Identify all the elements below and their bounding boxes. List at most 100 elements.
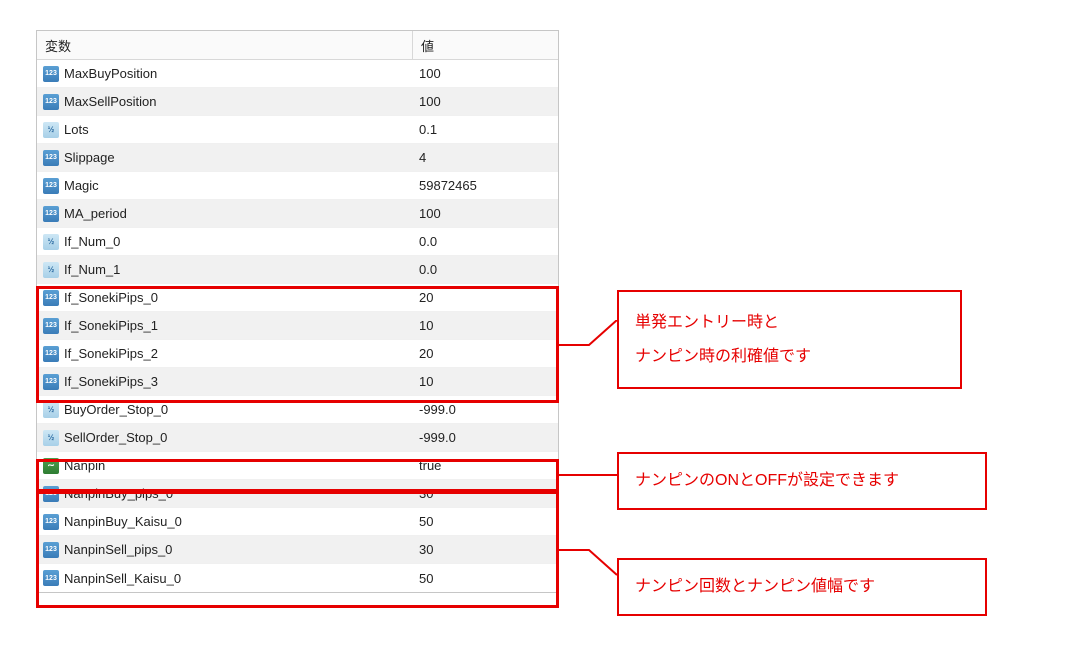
callout-text: ナンピンのONとOFFが設定できます xyxy=(635,472,899,489)
value-text: 0.0 xyxy=(419,234,437,249)
value-cell[interactable]: 10 xyxy=(413,314,558,337)
integer-icon: 123 xyxy=(43,346,59,362)
table-row[interactable]: 123 MA_period 100 xyxy=(37,200,558,228)
value-text: 30 xyxy=(419,486,433,501)
callout-sonekipips: 単発エントリー時と ナンピン時の利確値です xyxy=(617,290,962,389)
variable-name: BuyOrder_Stop_0 xyxy=(64,402,168,417)
variable-cell: 123 NanpinBuy_Kaisu_0 xyxy=(37,510,413,534)
value-cell[interactable]: 100 xyxy=(413,90,558,113)
variable-cell: 123 MA_period xyxy=(37,202,413,226)
variable-name: MaxBuyPosition xyxy=(64,66,157,81)
value-cell[interactable]: 4 xyxy=(413,146,558,169)
value-text: 100 xyxy=(419,206,441,221)
variable-name: NanpinBuy_pips_0 xyxy=(64,486,173,501)
variable-name: If_SonekiPips_2 xyxy=(64,346,158,361)
value-cell[interactable]: 20 xyxy=(413,342,558,365)
variable-name: NanpinBuy_Kaisu_0 xyxy=(64,514,182,529)
variable-name: Magic xyxy=(64,178,99,193)
bool-icon: ∼ xyxy=(43,458,59,474)
callout-nanpin-onoff: ナンピンのONとOFFが設定できます xyxy=(617,452,987,510)
header-variable[interactable]: 変数 xyxy=(37,31,413,60)
integer-icon: 123 xyxy=(43,66,59,82)
table-row[interactable]: 123 If_SonekiPips_2 20 xyxy=(37,340,558,368)
table-header: 変数 値 xyxy=(37,31,558,60)
variable-name: MaxSellPosition xyxy=(64,94,157,109)
table-row[interactable]: ½ Lots 0.1 xyxy=(37,116,558,144)
float-icon: ½ xyxy=(43,122,59,138)
value-text: 0.0 xyxy=(419,262,437,277)
variable-cell: 123If_SonekiPips_0 xyxy=(37,286,413,310)
variable-name: If_SonekiPips_3 xyxy=(64,374,158,389)
integer-icon: 123 xyxy=(43,206,59,222)
value-cell[interactable]: -999.0 xyxy=(413,398,558,421)
value-cell[interactable]: 50 xyxy=(413,567,558,590)
value-text: 100 xyxy=(419,66,441,81)
variable-name: If_Num_0 xyxy=(64,234,120,249)
value-text: -999.0 xyxy=(419,430,456,445)
integer-icon: 123 xyxy=(43,178,59,194)
variable-name: NanpinSell_pips_0 xyxy=(64,542,172,557)
variable-name: If_SonekiPips_1 xyxy=(64,318,158,333)
header-value[interactable]: 値 xyxy=(413,31,558,60)
table-row[interactable]: 123MaxSellPosition100 xyxy=(37,88,558,116)
value-text: 0.1 xyxy=(419,122,437,137)
integer-icon: 123 xyxy=(43,570,59,586)
properties-table: 変数 値 123 MaxBuyPosition 100 123 MaxSellPosit… xyxy=(36,30,559,593)
value-cell[interactable]: 59872465 xyxy=(413,174,558,197)
float-icon: ½ xyxy=(43,262,59,278)
value-cell[interactable]: true xyxy=(413,454,558,477)
variable-cell: 123If_SonekiPips_3 xyxy=(37,370,413,394)
variable-name: NanpinSell_Kaisu_0 xyxy=(64,571,181,586)
value-cell[interactable]: 30 xyxy=(413,482,558,505)
variable-name: MA_period xyxy=(64,206,127,221)
value-cell[interactable]: 20 xyxy=(413,286,558,309)
table-row[interactable]: ½ If_Num_0 0.0 xyxy=(37,228,558,256)
table-row[interactable]: 123 If_SonekiPips_1 10 xyxy=(37,312,558,340)
value-text: 50 xyxy=(419,514,433,529)
variable-cell: 123 If_SonekiPips_2 xyxy=(37,342,413,366)
table-row[interactable]: 123 MaxBuyPosition 100 xyxy=(37,60,558,88)
value-cell[interactable]: 10 xyxy=(413,370,558,393)
value-cell[interactable]: 0.0 xyxy=(413,230,558,253)
value-cell[interactable]: 50 xyxy=(413,510,558,533)
table-row[interactable]: 123 NanpinSell_pips_0 30 xyxy=(37,536,558,564)
table-row[interactable]: 123Slippage4 xyxy=(37,144,558,172)
table-row[interactable]: 123If_SonekiPips_020 xyxy=(37,284,558,312)
table-row[interactable]: 123If_SonekiPips_3 10 xyxy=(37,368,558,396)
value-cell[interactable]: 0.1 xyxy=(413,118,558,141)
variable-name: Lots xyxy=(64,122,89,137)
value-text: -999.0 xyxy=(419,402,456,417)
value-cell[interactable]: 100 xyxy=(413,62,558,85)
table-row[interactable]: ½BuyOrder_Stop_0 -999.0 xyxy=(37,396,558,424)
table-row[interactable]: ½SellOrder_Stop_0-999.0 xyxy=(37,424,558,452)
variable-cell: 123 Magic xyxy=(37,174,413,198)
float-icon: ½ xyxy=(43,234,59,250)
integer-icon: 123 xyxy=(43,542,59,558)
value-text: 30 xyxy=(419,542,433,557)
integer-icon: 123 xyxy=(43,150,59,166)
variable-cell: ½If_Num_1 xyxy=(37,258,413,282)
value-cell[interactable]: 100 xyxy=(413,202,558,225)
table-row[interactable]: ∼Nanpintrue xyxy=(37,452,558,480)
variable-cell: ½BuyOrder_Stop_0 xyxy=(37,398,413,422)
value-text: 20 xyxy=(419,346,433,361)
value-cell[interactable]: 30 xyxy=(413,538,558,561)
table-row[interactable]: ½If_Num_1 0.0 xyxy=(37,256,558,284)
callout-nanpin-params: ナンピン回数とナンピン値幅です xyxy=(617,558,987,616)
table-row[interactable]: 123 NanpinBuy_Kaisu_0 50 xyxy=(37,508,558,536)
value-text: 59872465 xyxy=(419,178,477,193)
variable-cell: 123 If_SonekiPips_1 xyxy=(37,314,413,338)
integer-icon: 123 xyxy=(43,514,59,530)
value-text: 10 xyxy=(419,374,433,389)
table-row[interactable]: 123NanpinBuy_pips_030 xyxy=(37,480,558,508)
value-text: 4 xyxy=(419,150,426,165)
variable-cell: ½ Lots xyxy=(37,118,413,142)
value-cell[interactable]: -999.0 xyxy=(413,426,558,449)
value-cell[interactable]: 0.0 xyxy=(413,258,558,281)
table-row[interactable]: 123 NanpinSell_Kaisu_0 50 xyxy=(37,564,558,592)
integer-icon: 123 xyxy=(43,318,59,334)
variable-cell: 123 NanpinSell_pips_0 xyxy=(37,538,413,562)
value-text: 50 xyxy=(419,571,433,586)
callout-text: 単発エントリー時と xyxy=(635,314,779,331)
table-row[interactable]: 123 Magic 59872465 xyxy=(37,172,558,200)
